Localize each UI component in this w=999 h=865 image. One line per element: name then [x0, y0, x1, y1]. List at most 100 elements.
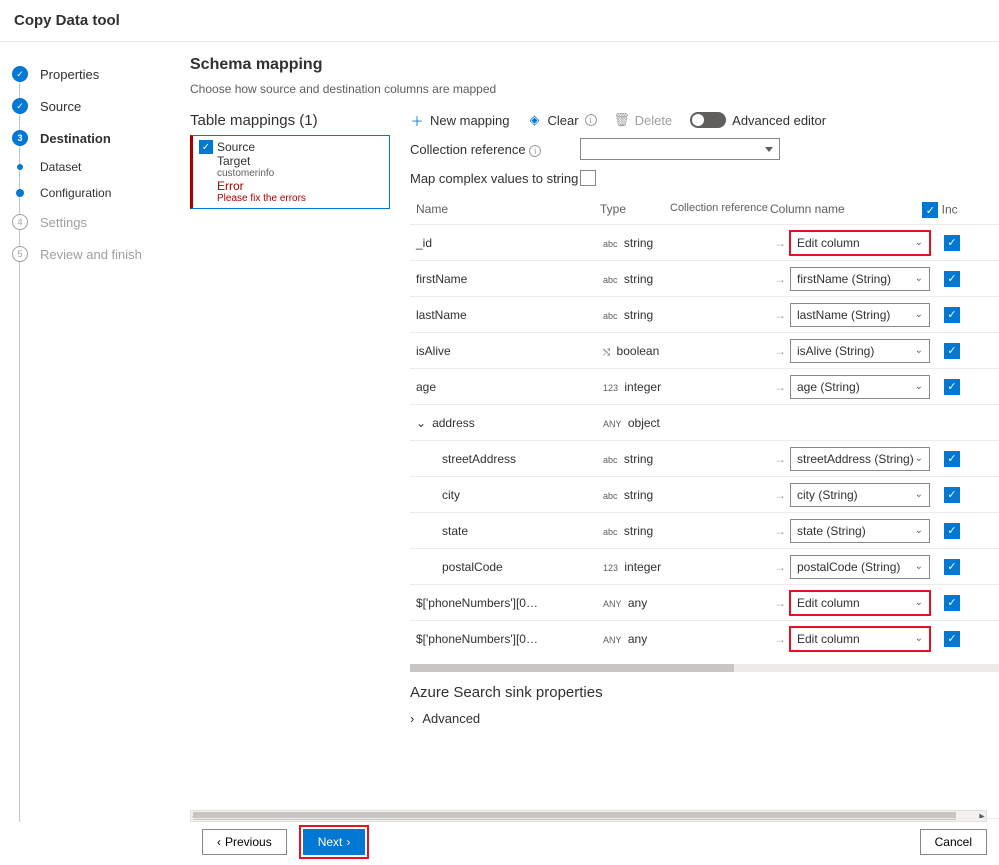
include-checkbox[interactable]: ✓	[944, 451, 960, 467]
step-number-icon: 3	[12, 130, 28, 146]
arrow-right-icon: →	[770, 308, 790, 322]
field-name: $['phoneNumbers'][0…	[416, 632, 538, 646]
type-prefix: abc	[600, 311, 621, 321]
type-prefix: 123	[600, 563, 621, 573]
substep-configuration[interactable]: Configuration	[0, 180, 190, 206]
field-type: any	[628, 632, 647, 646]
collection-reference-select[interactable]	[580, 138, 780, 160]
include-checkbox[interactable]: ✓	[944, 523, 960, 539]
substep-dataset[interactable]: Dataset	[0, 154, 190, 180]
column-name-select[interactable]: lastName (String)⌄	[790, 303, 930, 327]
toolbar: ＋New mapping ◈Cleari 🗑Delete Advanced ed…	[410, 112, 999, 128]
field-name: lastName	[416, 308, 467, 322]
table-row: stateabc string→state (String)⌄✓	[410, 512, 999, 548]
include-checkbox[interactable]: ✓	[944, 379, 960, 395]
include-checkbox[interactable]: ✓	[944, 307, 960, 323]
table-row: lastName abc string →lastName (String)⌄ ✓	[410, 296, 999, 332]
previous-button[interactable]: ‹Previous	[202, 829, 287, 855]
col-header-name: Name	[410, 202, 600, 218]
chevron-down-icon: ⌄	[915, 381, 923, 392]
include-checkbox[interactable]: ✓	[944, 595, 960, 611]
column-name-select[interactable]: age (String)⌄	[790, 375, 930, 399]
arrow-right-icon: →	[770, 452, 790, 466]
table-row: ⌄addressANY object	[410, 404, 999, 440]
step-settings[interactable]: 4Settings	[0, 206, 190, 238]
field-name: age	[416, 380, 436, 394]
include-checkbox[interactable]: ✓	[944, 631, 960, 647]
chevron-left-icon: ‹	[217, 835, 221, 849]
table-row: $['phoneNumbers'][0…ANY any→Edit column⌄…	[410, 584, 999, 620]
check-icon	[12, 98, 28, 114]
chevron-down-icon[interactable]: ⌄	[416, 416, 426, 430]
checkbox-icon[interactable]: ✓	[199, 140, 213, 154]
field-name: streetAddress	[442, 452, 516, 466]
type-prefix: abc	[600, 527, 621, 537]
step-review[interactable]: 5Review and finish	[0, 238, 190, 270]
column-name-select[interactable]: streetAddress (String)⌄	[790, 447, 930, 471]
column-name-select[interactable]: state (String)⌄	[790, 519, 930, 543]
column-name-select[interactable]: isAlive (String)⌄	[790, 339, 930, 363]
map-complex-checkbox[interactable]	[580, 170, 596, 186]
chevron-down-icon: ⌄	[915, 633, 923, 644]
step-number-icon: 4	[12, 214, 28, 230]
new-mapping-button[interactable]: ＋New mapping	[410, 113, 510, 128]
checkbox-icon[interactable]: ✓	[922, 202, 938, 218]
column-name-select[interactable]: Edit column⌄	[790, 627, 930, 651]
include-checkbox[interactable]: ✓	[944, 487, 960, 503]
check-icon	[12, 66, 28, 82]
arrow-right-icon: →	[770, 596, 790, 610]
column-name-select[interactable]: Edit column⌄	[790, 591, 930, 615]
include-checkbox[interactable]: ✓	[944, 271, 960, 287]
include-checkbox[interactable]: ✓	[944, 235, 960, 251]
field-type: any	[628, 596, 647, 610]
table-row: streetAddressabc string→streetAddress (S…	[410, 440, 999, 476]
step-source[interactable]: Source	[0, 90, 190, 122]
source-box[interactable]: ✓Source Target customerinfo Error Please…	[190, 135, 390, 209]
chevron-right-icon: ›	[346, 835, 350, 849]
field-name: _id	[416, 236, 432, 250]
app-title: Copy Data tool	[14, 12, 120, 29]
field-type: integer	[624, 560, 661, 574]
table-row: age123 integer→age (String)⌄✓	[410, 368, 999, 404]
table-row: postalCode123 integer→postalCode (String…	[410, 548, 999, 584]
arrow-right-icon: →	[770, 344, 790, 358]
eraser-icon: ◈	[528, 113, 542, 127]
advanced-toggle[interactable]: ›Advanced	[410, 711, 999, 726]
field-type: string	[624, 308, 653, 322]
table-row: firstNameabc string→firstName (String)⌄✓	[410, 260, 999, 296]
col-header-ref: Collection reference	[670, 202, 770, 218]
chevron-down-icon: ⌄	[915, 345, 923, 356]
arrow-right-icon: →	[770, 380, 790, 394]
advanced-editor-toggle[interactable]: Advanced editor	[690, 112, 826, 128]
type-prefix: ANY	[600, 635, 625, 645]
type-prefix: abc	[600, 239, 621, 249]
trash-icon: 🗑	[615, 113, 629, 127]
next-button[interactable]: Next›	[303, 829, 366, 855]
type-prefix: ANY	[600, 599, 625, 609]
cancel-button[interactable]: Cancel	[920, 829, 987, 855]
field-name: city	[442, 488, 460, 502]
page-title: Schema mapping	[190, 56, 999, 74]
field-type: string	[624, 488, 653, 502]
step-properties[interactable]: Properties	[0, 58, 190, 90]
chevron-down-icon: ⌄	[915, 597, 923, 608]
include-checkbox[interactable]: ✓	[944, 559, 960, 575]
app-header: Copy Data tool	[0, 0, 999, 42]
column-name-select[interactable]: postalCode (String)⌄	[790, 555, 930, 579]
clear-button[interactable]: ◈Cleari	[528, 113, 597, 128]
column-name-select[interactable]: city (String)⌄	[790, 483, 930, 507]
step-destination[interactable]: 3Destination	[0, 122, 190, 154]
chevron-down-icon: ⌄	[915, 453, 923, 464]
field-type: string	[624, 236, 653, 250]
table-scrollbar[interactable]	[410, 664, 999, 672]
field-name: address	[432, 416, 475, 430]
type-prefix: ANY	[600, 419, 625, 429]
column-name-select[interactable]: Edit column⌄	[790, 231, 930, 255]
include-checkbox[interactable]: ✓	[944, 343, 960, 359]
dot-icon	[17, 164, 23, 170]
chevron-down-icon: ⌄	[915, 489, 923, 500]
field-type: boolean	[617, 344, 660, 358]
type-prefix: abc	[600, 455, 621, 465]
delete-button[interactable]: 🗑Delete	[615, 113, 673, 128]
column-name-select[interactable]: firstName (String)⌄	[790, 267, 930, 291]
